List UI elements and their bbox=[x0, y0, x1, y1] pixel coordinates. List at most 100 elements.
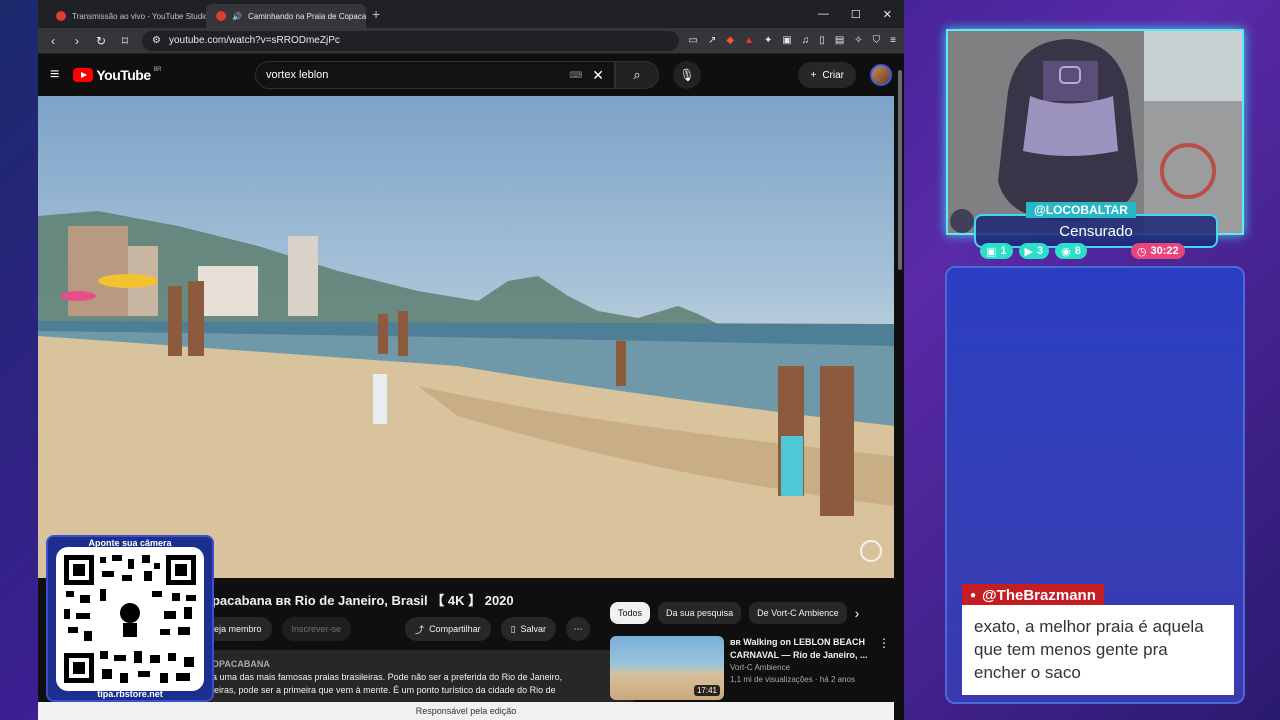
streamer-name: @LOCOBALTAR bbox=[1026, 202, 1136, 218]
create-button[interactable]: + Criar bbox=[798, 62, 856, 88]
search-value: vortex leblon bbox=[266, 69, 329, 81]
join-button[interactable]: eja membro bbox=[204, 617, 272, 641]
cast-icon[interactable]: ▭ bbox=[689, 35, 698, 46]
twitch-icon: ▣ bbox=[986, 245, 997, 258]
bookmark-icon[interactable]: ⌑ bbox=[118, 34, 132, 48]
more-actions-button[interactable]: ⋯ bbox=[566, 617, 591, 641]
twitch-count: 1 bbox=[1000, 245, 1007, 257]
new-tab-button[interactable]: + bbox=[372, 6, 380, 22]
music-icon[interactable]: ♫ bbox=[802, 35, 810, 46]
url-text: youtube.com/watch?v=sRRODmeZjPc bbox=[168, 35, 340, 46]
video-thumbnail[interactable]: 17:41 bbox=[610, 636, 724, 700]
tab-video[interactable]: 🔊 Caminhando na Praia de Copacabana bbox=[206, 4, 366, 28]
rec-meta: 1,1 mi de visualizações · há 2 anos bbox=[730, 675, 855, 684]
site-info-icon[interactable]: ⚙ bbox=[152, 35, 161, 46]
forward-icon[interactable]: › bbox=[70, 34, 84, 48]
ai-icon[interactable]: ✧ bbox=[854, 35, 862, 46]
vpn-icon[interactable]: ⛉ bbox=[873, 35, 881, 46]
chat-username: ● @TheBrazmann bbox=[962, 584, 1104, 606]
save-button[interactable]: ▯ Salvar bbox=[500, 617, 557, 641]
window-controls: — ☐ ✕ bbox=[818, 8, 904, 21]
rec-title-line[interactable]: CARNAVAL — Rio de Janeiro, ... bbox=[730, 649, 868, 662]
audio-icon: 🔊 bbox=[232, 11, 242, 21]
chip-channel[interactable]: De Vort-C Ambience bbox=[749, 602, 847, 624]
rec-title-line[interactable]: ʙʀ Walking on LEBLON BEACH bbox=[730, 636, 868, 649]
tab-title: Caminhando na Praia de Copacabana bbox=[247, 11, 366, 21]
stream-stats: ▣ 1 ▶ 3 ◉ 8 ◷ 30:22 bbox=[980, 243, 1185, 259]
screenshot-icon[interactable]: ▣ bbox=[782, 35, 791, 46]
youtube-badge-icon: ● bbox=[970, 589, 977, 601]
description-line: leiras, pode ser a primeira que vem à me… bbox=[212, 685, 556, 695]
page-scrollbar[interactable] bbox=[896, 56, 904, 720]
save-icon: ▯ bbox=[510, 623, 516, 634]
recommended-info: ʙʀ Walking on LEBLON BEACH CARNAVAL — Ri… bbox=[730, 636, 868, 700]
close-icon[interactable]: ✕ bbox=[883, 8, 892, 21]
tab-studio[interactable]: Transmissão ao vivo - YouTube Studio bbox=[46, 4, 206, 28]
keyboard-icon[interactable]: ⌨ bbox=[569, 70, 582, 81]
kebab-menu-icon[interactable]: ⋮ bbox=[878, 636, 890, 700]
reload-icon[interactable]: ↻ bbox=[94, 34, 108, 48]
youtube-viewers: ▶ 3 bbox=[1018, 243, 1050, 259]
recommended-video[interactable]: 17:41 ʙʀ Walking on LEBLON BEACH CARNAVA… bbox=[610, 636, 890, 700]
chat-username-text: @TheBrazmann bbox=[982, 586, 1096, 604]
subscribe-button[interactable]: Inscrever-se bbox=[281, 617, 352, 641]
scrollbar-thumb[interactable] bbox=[898, 70, 902, 270]
youtube-header: ≡ YouTube BR vortex leblon ⌨ ✕ ⌕ 🎙 + Cri… bbox=[38, 54, 904, 96]
maximize-icon[interactable]: ☐ bbox=[851, 8, 861, 21]
plus-icon: + bbox=[810, 69, 817, 81]
youtube-icon bbox=[216, 11, 226, 21]
chip-all[interactable]: Todos bbox=[610, 602, 651, 624]
chat-message: exato, a melhor praia é aquela que tem m… bbox=[962, 605, 1234, 695]
menu-icon[interactable]: ≡ bbox=[890, 35, 896, 46]
minimize-icon[interactable]: — bbox=[818, 8, 829, 21]
other-viewers: ◉ 8 bbox=[1055, 243, 1087, 259]
create-label: Criar bbox=[822, 69, 844, 81]
description-channel: OPACABANA bbox=[212, 659, 270, 669]
back-icon[interactable]: ‹ bbox=[46, 34, 60, 48]
other-count: 8 bbox=[1074, 245, 1081, 257]
qr-card: Aponte sua câmera tipa.rbstore.net bbox=[46, 535, 214, 702]
kick-icon: ◉ bbox=[1061, 245, 1071, 258]
avatar[interactable] bbox=[870, 64, 892, 86]
rewards-icon[interactable]: ▲ bbox=[744, 35, 754, 46]
extension-icons: ▭ ↗ ◆ ▲ ✦ ▣ ♫ ▯ ▤ ✧ ⛉ ≡ bbox=[689, 35, 897, 46]
chevron-right-icon[interactable]: › bbox=[855, 605, 860, 621]
search-icon: ⌕ bbox=[633, 67, 641, 82]
share-arrow-icon: ⤴ bbox=[415, 624, 425, 635]
address-bar: ‹ › ↻ ⌑ ⚙ youtube.com/watch?v=sRRODmeZjP… bbox=[38, 28, 904, 54]
twitch-viewers: ▣ 1 bbox=[980, 243, 1013, 259]
clock-icon: ◷ bbox=[1136, 245, 1147, 258]
qr-pattern bbox=[64, 555, 196, 683]
youtube-logo[interactable]: YouTube BR bbox=[73, 67, 162, 83]
chip-from-search[interactable]: Da sua pesquisa bbox=[658, 602, 742, 624]
puzzle-icon[interactable]: ✦ bbox=[764, 35, 772, 46]
tab-title: Transmissão ao vivo - YouTube Studio bbox=[72, 11, 206, 21]
tab-bar: Transmissão ao vivo - YouTube Studio 🔊 C… bbox=[38, 0, 904, 28]
logo-text: YouTube bbox=[96, 67, 151, 83]
url-field[interactable]: ⚙ youtube.com/watch?v=sRRODmeZjPc bbox=[142, 30, 679, 51]
sidebar-icon[interactable]: ▯ bbox=[819, 35, 825, 46]
rec-channel[interactable]: Vort-C Ambience bbox=[730, 662, 868, 674]
hamburger-icon[interactable]: ≡ bbox=[50, 66, 59, 84]
video-title: opacabana ʙʀ Rio de Janeiro, Brasil 【 4K… bbox=[204, 593, 514, 608]
video-player[interactable] bbox=[38, 96, 894, 578]
clear-icon[interactable]: ✕ bbox=[592, 67, 604, 84]
search-input[interactable]: vortex leblon ⌨ ✕ bbox=[255, 61, 615, 89]
mic-icon: 🎙 bbox=[679, 68, 695, 82]
qr-code bbox=[56, 547, 204, 691]
wallet-icon[interactable]: ▤ bbox=[835, 35, 844, 46]
qr-bottom-text: tipa.rbstore.net bbox=[97, 689, 163, 699]
recommendation-chips: Todos Da sua pesquisa De Vort-C Ambience… bbox=[610, 602, 859, 624]
video-actions: eja membro Inscrever-se ⤴ Compartilhar ▯… bbox=[204, 617, 591, 641]
description-box[interactable]: OPACABANA a uma das mais famosas praias … bbox=[204, 650, 638, 702]
youtube-play-icon bbox=[73, 68, 94, 82]
share-button[interactable]: ⤴ Compartilhar bbox=[405, 617, 491, 641]
shield-icon[interactable]: ◆ bbox=[726, 35, 734, 46]
video-duration: 17:41 bbox=[693, 685, 720, 696]
description-line: a uma das mais famosas praias brasileira… bbox=[212, 672, 563, 682]
save-label: Salvar bbox=[520, 624, 547, 634]
status-bar: Responsável pela edição bbox=[38, 702, 894, 720]
search-button[interactable]: ⌕ bbox=[615, 61, 659, 89]
voice-search-button[interactable]: 🎙 bbox=[673, 61, 701, 89]
share-icon[interactable]: ↗ bbox=[708, 35, 716, 46]
